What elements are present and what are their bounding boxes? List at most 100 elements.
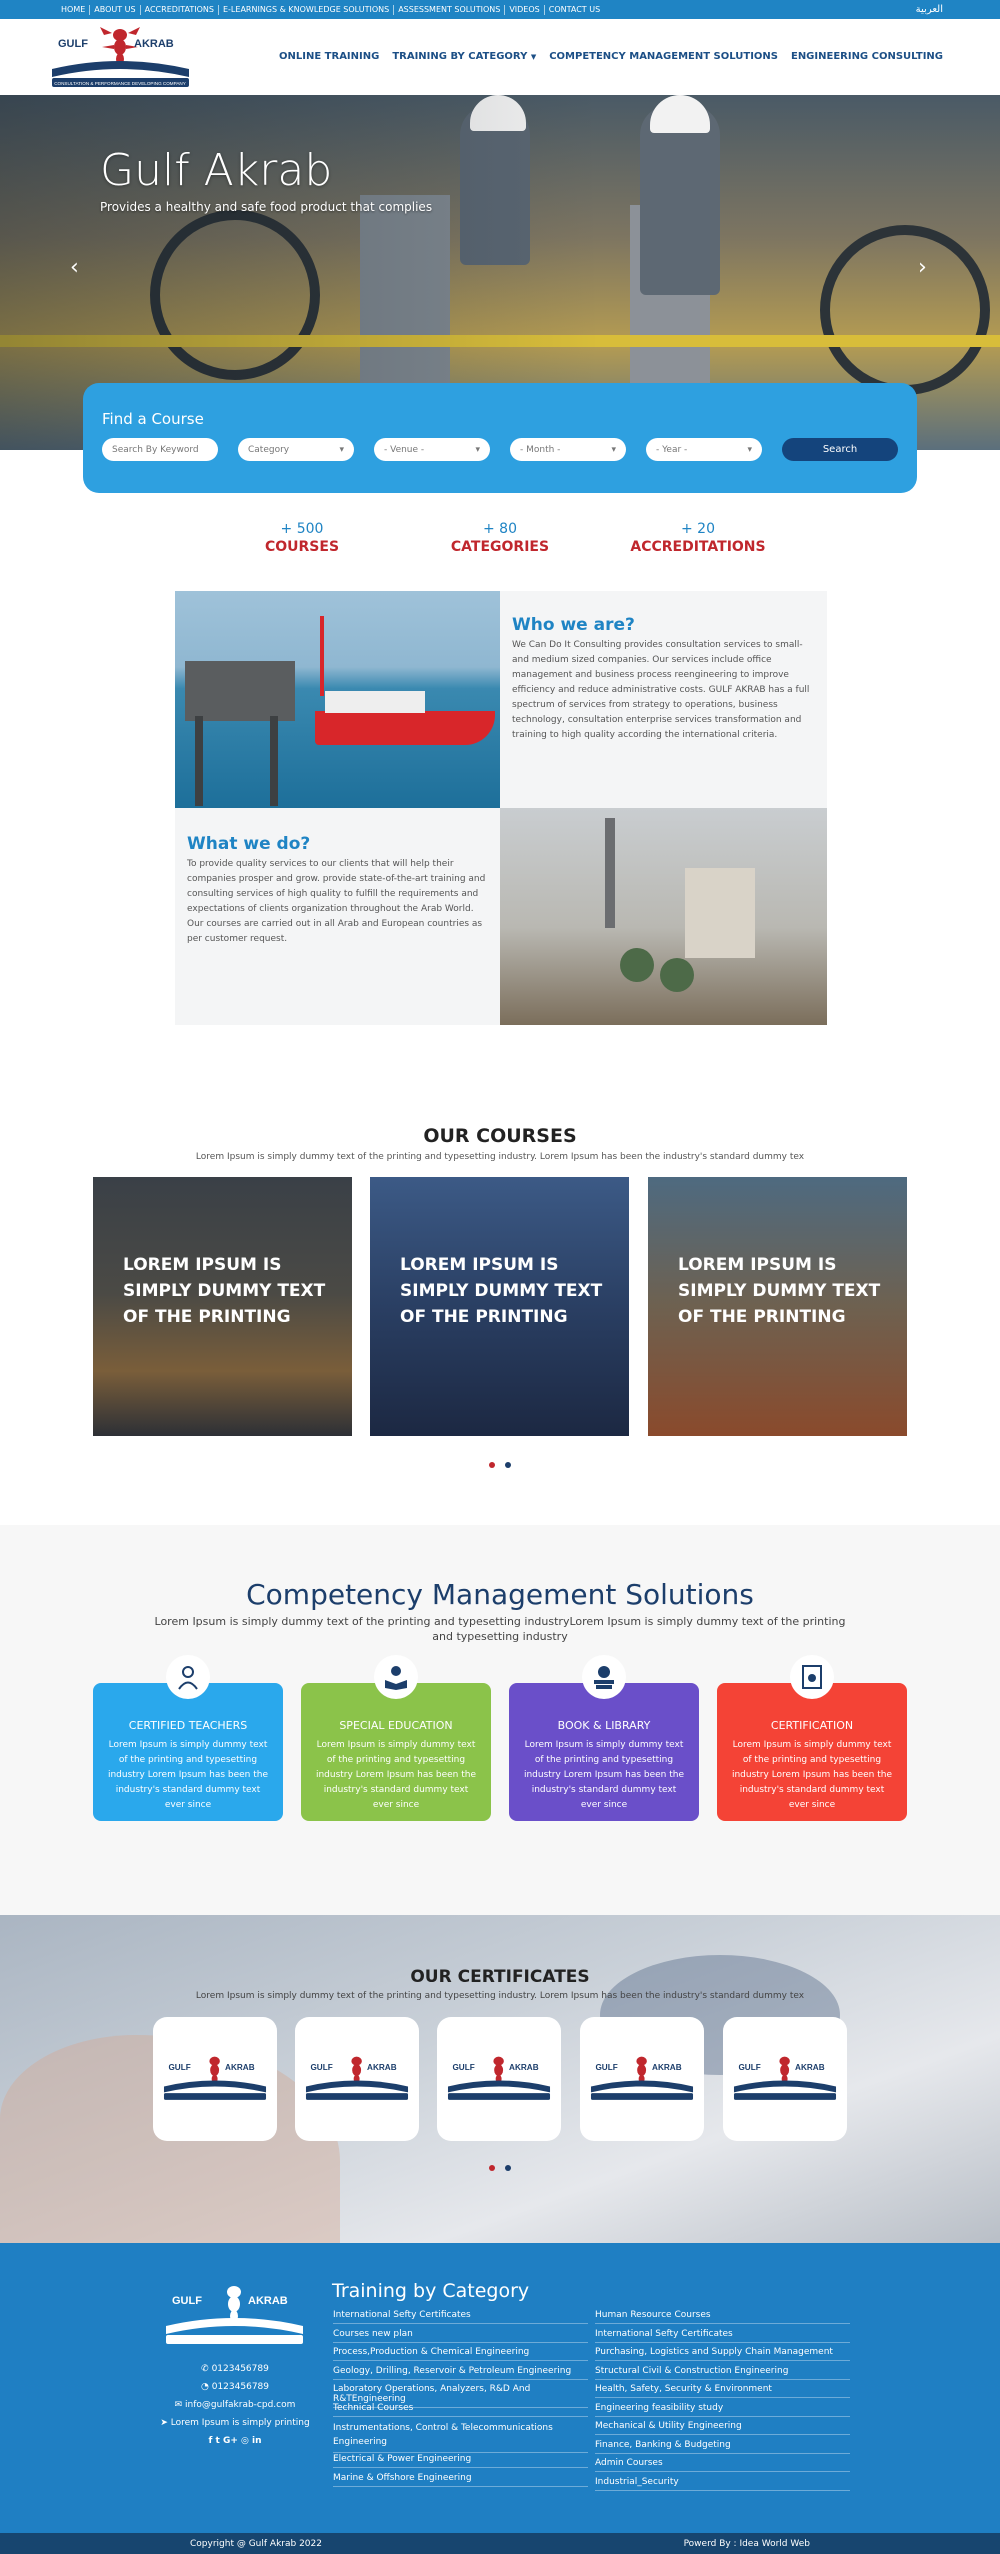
- competency-card[interactable]: SPECIAL EDUCATION Lorem Ipsum is simply …: [301, 1655, 491, 1821]
- footer-link[interactable]: Instrumentations, Control & Telecommunic…: [333, 2421, 588, 2453]
- location-arrow-icon: ➤: [160, 2418, 168, 2428]
- hero-subtitle: Provides a healthy and safe food product…: [100, 200, 433, 214]
- top-links: HOME ABOUT US ACCREDITATIONS E-LEARNINGS…: [57, 4, 604, 15]
- whatsapp-icon: ◔: [201, 2382, 209, 2392]
- powered-by-link[interactable]: Powerd By : Idea World Web: [684, 2539, 810, 2549]
- footer-link[interactable]: Marine & Offshore Engineering: [333, 2473, 588, 2487]
- nav-online-training[interactable]: ONLINE TRAINING: [279, 51, 379, 62]
- ship-deck-shape: [325, 691, 425, 713]
- top-link-accreditations[interactable]: ACCREDITATIONS: [141, 4, 219, 15]
- month-value: - Month -: [520, 444, 561, 455]
- certificate-logo[interactable]: GULF AKRAB: [295, 2017, 419, 2141]
- teacher-icon: [166, 1655, 210, 1699]
- carousel-dot-active[interactable]: [489, 1462, 495, 1468]
- course-card[interactable]: LOREM IPSUM IS SIMPLY DUMMY TEXT OF THE …: [93, 1177, 352, 1436]
- course-card[interactable]: LOREM IPSUM IS SIMPLY DUMMY TEXT OF THE …: [648, 1177, 907, 1436]
- footer-link[interactable]: Purchasing, Logistics and Supply Chain M…: [595, 2347, 850, 2361]
- who-heading: Who we are?: [512, 615, 635, 635]
- certificate-logo[interactable]: GULF AKRAB: [580, 2017, 704, 2141]
- building-shape: [685, 868, 755, 958]
- footer-link[interactable]: Health, Safety, Security & Environment: [595, 2384, 850, 2398]
- keyword-input[interactable]: Search By Keyword: [102, 438, 218, 461]
- month-select[interactable]: - Month - ▾: [510, 438, 626, 461]
- certificates-subtitle: Lorem Ipsum is simply dummy text of the …: [195, 1991, 805, 2001]
- footer-link[interactable]: Finance, Banking & Budgeting: [595, 2440, 850, 2454]
- footer-link[interactable]: Process,Production & Chemical Engineerin…: [333, 2347, 588, 2361]
- stat-number: + 500: [280, 521, 324, 537]
- svg-text:GULF: GULF: [310, 2063, 332, 2072]
- certificate-logo[interactable]: GULF AKRAB: [153, 2017, 277, 2141]
- footer: GULF AKRAB ✆ 0123456789 ◔ 0123456789 ✉ in…: [0, 2243, 1000, 2533]
- top-link-home[interactable]: HOME: [57, 4, 91, 15]
- footer-link[interactable]: Mechanical & Utility Engineering: [595, 2421, 850, 2435]
- course-caption: LOREM IPSUM IS SIMPLY DUMMY TEXT OF THE …: [678, 1255, 881, 1327]
- footer-logo[interactable]: GULF AKRAB: [162, 2281, 307, 2351]
- find-course-panel: Find a Course Search By Keyword Category…: [83, 383, 917, 493]
- search-button[interactable]: Search: [782, 438, 898, 461]
- card-title: CERTIFIED TEACHERS: [128, 1719, 248, 1732]
- footer-link[interactable]: Admin Courses: [595, 2458, 850, 2472]
- language-switch[interactable]: العربية: [916, 4, 943, 15]
- competency-card[interactable]: BOOK & LIBRARY Lorem Ipsum is simply dum…: [509, 1655, 699, 1821]
- competency-card[interactable]: CERTIFIED TEACHERS Lorem Ipsum is simply…: [93, 1655, 283, 1821]
- books-apple-icon: [582, 1655, 626, 1699]
- footer-link[interactable]: Geology, Drilling, Reservoir & Petroleum…: [333, 2366, 588, 2380]
- stat-courses: + 500 COURSES: [222, 521, 382, 555]
- site-logo[interactable]: GULF AKRAB CONSULTATION & PERFORMANCE DE…: [48, 25, 193, 93]
- top-link-assessment[interactable]: ASSESSMENT SOLUTIONS: [394, 4, 506, 15]
- email-address: info@gulfakrab-cpd.com: [185, 2400, 296, 2410]
- card-text: Lorem Ipsum is simply dummy text of the …: [731, 1740, 893, 1810]
- certificate-logo[interactable]: GULF AKRAB: [723, 2017, 847, 2141]
- year-value: - Year -: [656, 444, 688, 455]
- hero-prev-arrow-icon[interactable]: ‹: [70, 255, 79, 280]
- svg-text:GULF: GULF: [738, 2063, 760, 2072]
- platform-shape: [185, 661, 295, 721]
- nav-training-category[interactable]: TRAINING BY CATEGORY ▼: [392, 51, 536, 62]
- social-icons[interactable]: f t G+ ◎ in: [150, 2436, 320, 2446]
- carousel-dot[interactable]: [505, 1462, 511, 1468]
- competency-card[interactable]: CERTIFICATION Lorem Ipsum is simply dumm…: [717, 1655, 907, 1821]
- certificate-logo[interactable]: GULF AKRAB: [437, 2017, 561, 2141]
- footer-whatsapp[interactable]: ◔ 0123456789: [150, 2382, 320, 2392]
- venue-select[interactable]: - Venue - ▾: [374, 438, 490, 461]
- phone-number: 0123456789: [211, 2364, 269, 2374]
- footer-link[interactable]: International Sefty Certificates: [595, 2329, 850, 2343]
- nav-competency[interactable]: COMPETENCY MANAGEMENT SOLUTIONS: [549, 51, 778, 62]
- chevron-down-icon: ▾: [339, 444, 344, 455]
- platform-leg-shape: [270, 716, 278, 806]
- footer-address: ➤ Lorem Ipsum is simply printing: [150, 2418, 320, 2428]
- footer-email[interactable]: ✉ info@gulfakrab-cpd.com: [150, 2400, 320, 2410]
- carousel-dot-active[interactable]: [489, 2165, 495, 2171]
- card-title: SPECIAL EDUCATION: [339, 1719, 453, 1732]
- footer-link[interactable]: International Sefty Certificates: [333, 2310, 588, 2324]
- carousel-dot[interactable]: [505, 2165, 511, 2171]
- footer-link[interactable]: Engineering feasibility study: [595, 2403, 850, 2417]
- footer-link[interactable]: Technical Courses: [333, 2403, 588, 2417]
- footer-phone[interactable]: ✆ 0123456789: [150, 2364, 320, 2374]
- bottom-bar: Copyright @ Gulf Akrab 2022 Powerd By : …: [0, 2533, 1000, 2554]
- tank-shape: [620, 948, 654, 982]
- year-select[interactable]: - Year - ▾: [646, 438, 762, 461]
- competency-title: Competency Management Solutions: [246, 1578, 754, 1611]
- top-link-elearning[interactable]: E-LEARNINGS & KNOWLEDGE SOLUTIONS: [219, 4, 395, 15]
- ship-crane-shape: [320, 616, 324, 696]
- footer-link[interactable]: Structural Civil & Construction Engineer…: [595, 2366, 850, 2380]
- top-link-videos[interactable]: VIDEOS: [505, 4, 545, 15]
- what-text: To provide quality services to our clien…: [187, 859, 486, 944]
- svg-text:GULF: GULF: [168, 2063, 190, 2072]
- hero-next-arrow-icon[interactable]: ›: [918, 255, 927, 280]
- nav-engineering[interactable]: ENGINEERING CONSULTING: [791, 51, 943, 62]
- top-link-contact[interactable]: CONTACT US: [545, 5, 604, 15]
- svg-text:GULF: GULF: [452, 2063, 474, 2072]
- footer-link[interactable]: Courses new plan: [333, 2329, 588, 2343]
- footer-link[interactable]: Human Resource Courses: [595, 2310, 850, 2324]
- course-card[interactable]: LOREM IPSUM IS SIMPLY DUMMY TEXT OF THE …: [370, 1177, 629, 1436]
- category-select[interactable]: Category ▾: [238, 438, 354, 461]
- offshore-ship-image: [175, 591, 500, 808]
- phone-icon: ✆: [201, 2364, 209, 2374]
- footer-link[interactable]: Industrial_Security: [595, 2477, 850, 2491]
- footer-link[interactable]: Electrical & Power Engineering: [333, 2454, 588, 2468]
- svg-text:AKRAB: AKRAB: [509, 2063, 539, 2072]
- top-link-about[interactable]: ABOUT US: [90, 4, 141, 15]
- svg-text:GULF: GULF: [595, 2063, 617, 2072]
